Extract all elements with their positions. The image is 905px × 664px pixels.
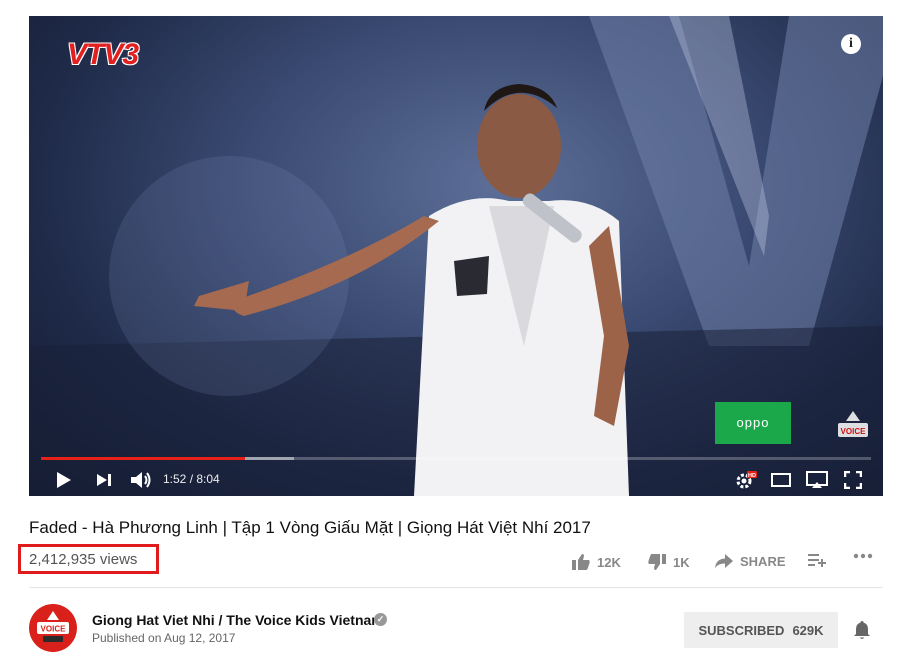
- video-title: Faded - Hà Phương Linh | Tập 1 Vòng Giấu…: [29, 518, 591, 537]
- settings-gear-icon: HD: [736, 471, 757, 489]
- playlist-add-icon: [808, 554, 826, 567]
- publish-date: Published on Aug 12, 2017: [92, 631, 236, 645]
- like-count: 12K: [597, 554, 621, 570]
- subscribe-label: SUBSCRIBED: [698, 622, 785, 638]
- progress-bar[interactable]: [41, 457, 871, 460]
- more-horizontal-icon: [853, 553, 873, 559]
- player-controls: 1:52 / 8:04 HD: [29, 464, 883, 496]
- dislike-button[interactable]: 1K: [647, 553, 690, 571]
- progress-played: [41, 457, 246, 460]
- thumbs-down-icon: [648, 554, 666, 570]
- video-player[interactable]: VTV3 i oppo VOICE 1:52 / 8:04 HD: [29, 16, 883, 496]
- channel-name[interactable]: Giong Hat Viet Nhi / The Voice Kids Viet…: [92, 612, 384, 628]
- next-button[interactable]: [93, 468, 115, 492]
- cast-button[interactable]: [805, 468, 829, 492]
- share-label: SHARE: [740, 553, 786, 569]
- subscribed-button[interactable]: SUBSCRIBED 629K: [684, 612, 838, 648]
- settings-button[interactable]: HD: [735, 468, 757, 492]
- more-actions-button[interactable]: [853, 553, 873, 559]
- play-button[interactable]: [53, 468, 75, 492]
- fullscreen-icon: [844, 471, 862, 489]
- next-icon: [97, 474, 111, 486]
- subscriber-count: 629K: [792, 622, 824, 638]
- theater-mode-button[interactable]: [769, 468, 793, 492]
- theater-mode-icon: [771, 473, 791, 487]
- cast-icon: [806, 471, 828, 488]
- sponsor-logo: oppo: [715, 402, 791, 444]
- volume-button[interactable]: [129, 468, 153, 492]
- add-to-playlist-button[interactable]: [808, 553, 826, 567]
- vtv3-logo: VTV3: [67, 38, 139, 71]
- view-count: 2,412,935 views: [29, 551, 138, 568]
- share-button[interactable]: SHARE: [714, 553, 786, 569]
- svg-text:HD: HD: [748, 473, 756, 479]
- notification-bell-icon[interactable]: [853, 620, 871, 640]
- verified-check-icon: ✓: [374, 613, 387, 626]
- voice-kids-logo-icon: VOICE: [37, 611, 69, 642]
- divider: [29, 587, 883, 588]
- voice-kids-watermark-icon: VOICE: [838, 411, 868, 437]
- channel-avatar[interactable]: VOICE: [29, 604, 77, 652]
- svg-text:VOICE: VOICE: [841, 427, 867, 436]
- time-display: 1:52 / 8:04: [163, 472, 220, 486]
- info-icon[interactable]: i: [841, 34, 861, 54]
- volume-icon: [131, 472, 151, 488]
- like-button[interactable]: 12K: [571, 553, 621, 571]
- play-icon: [57, 472, 71, 488]
- youtube-watch-page: VTV3 i oppo VOICE 1:52 / 8:04 HD Faded -…: [0, 0, 905, 664]
- fullscreen-button[interactable]: [841, 468, 865, 492]
- share-arrow-icon: [715, 554, 733, 568]
- svg-text:VOICE: VOICE: [41, 625, 67, 634]
- thumbs-up-icon: [572, 554, 590, 570]
- dislike-count: 1K: [673, 554, 690, 570]
